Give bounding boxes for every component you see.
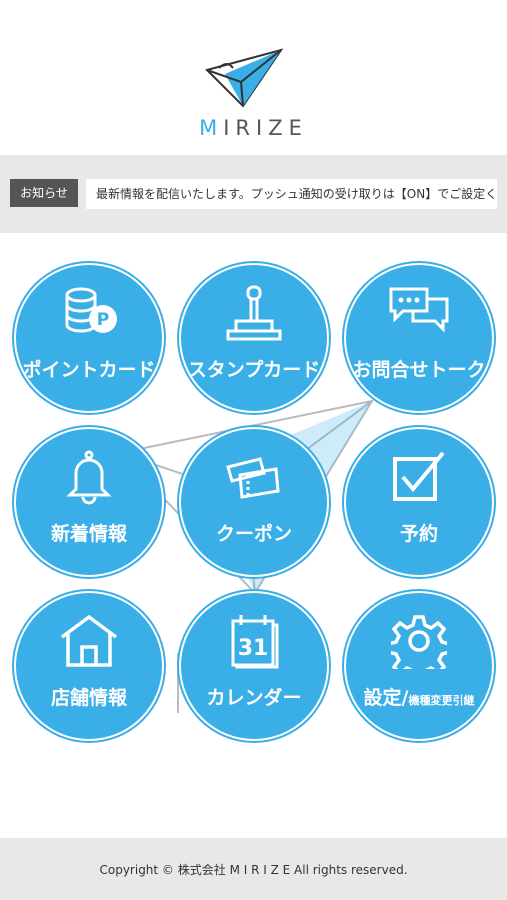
bell-icon — [66, 450, 112, 505]
menu-settings-button[interactable]: 設定/機種変更引継 — [344, 591, 494, 741]
settings-label: 設定/ — [363, 687, 409, 709]
menu-label: クーポン — [215, 523, 292, 545]
device-change-label: 機種変更引継 — [408, 694, 475, 707]
checkbox-icon — [393, 451, 445, 501]
menu-inquiry-talk-button[interactable]: お問合せトーク — [344, 263, 494, 413]
menu-store-info-button[interactable]: 店舗情報 — [14, 591, 164, 741]
gear-icon — [391, 615, 447, 669]
menu-label: スタンプカード — [187, 359, 321, 381]
menu-label: カレンダー — [206, 687, 302, 709]
menu-label: 店舗情報 — [50, 687, 127, 709]
menu-reservation-button[interactable]: 予約 — [344, 427, 494, 577]
calendar-icon: 31 — [231, 615, 279, 669]
paper-plane-logo-icon — [205, 48, 284, 108]
house-icon — [60, 614, 118, 667]
menu-coupon-button[interactable]: クーポン — [179, 427, 329, 577]
brand-wordmark: MIRIZE — [199, 116, 308, 140]
svg-text:31: 31 — [238, 636, 269, 661]
coupon-icon — [226, 457, 280, 499]
svg-text:P: P — [97, 310, 109, 330]
stamp-icon — [226, 285, 282, 341]
app-header: MIRIZE — [0, 0, 507, 155]
notice-badge: お知らせ — [10, 179, 78, 207]
chat-bubbles-icon — [389, 287, 449, 333]
footer: Copyright © 株式会社 M I R I Z E All rights … — [0, 838, 507, 900]
notice-ticker[interactable]: 最新情報を配信いたします。プッシュ通知の受け取りは【ON】でご設定ください。 — [86, 179, 497, 209]
menu-label: 新着情報 — [50, 523, 127, 545]
menu-label: 予約 — [399, 523, 438, 545]
menu-grid: P ポイントカード スタンプカード お問合せトーク 新着情報 クーポン 予約 店… — [0, 233, 507, 838]
menu-point-card-button[interactable]: P ポイントカード — [14, 263, 164, 413]
menu-label: ポイントカード — [22, 359, 156, 381]
menu-label: 設定/機種変更引継 — [346, 683, 492, 710]
menu-stamp-card-button[interactable]: スタンプカード — [179, 263, 329, 413]
copyright-text: Copyright © 株式会社 M I R I Z E All rights … — [99, 863, 408, 877]
menu-calendar-button[interactable]: 31 カレンダー — [179, 591, 329, 741]
menu-label: お問合せトーク — [352, 359, 486, 381]
menu-news-button[interactable]: 新着情報 — [14, 427, 164, 577]
point-card-icon: P — [65, 287, 117, 333]
